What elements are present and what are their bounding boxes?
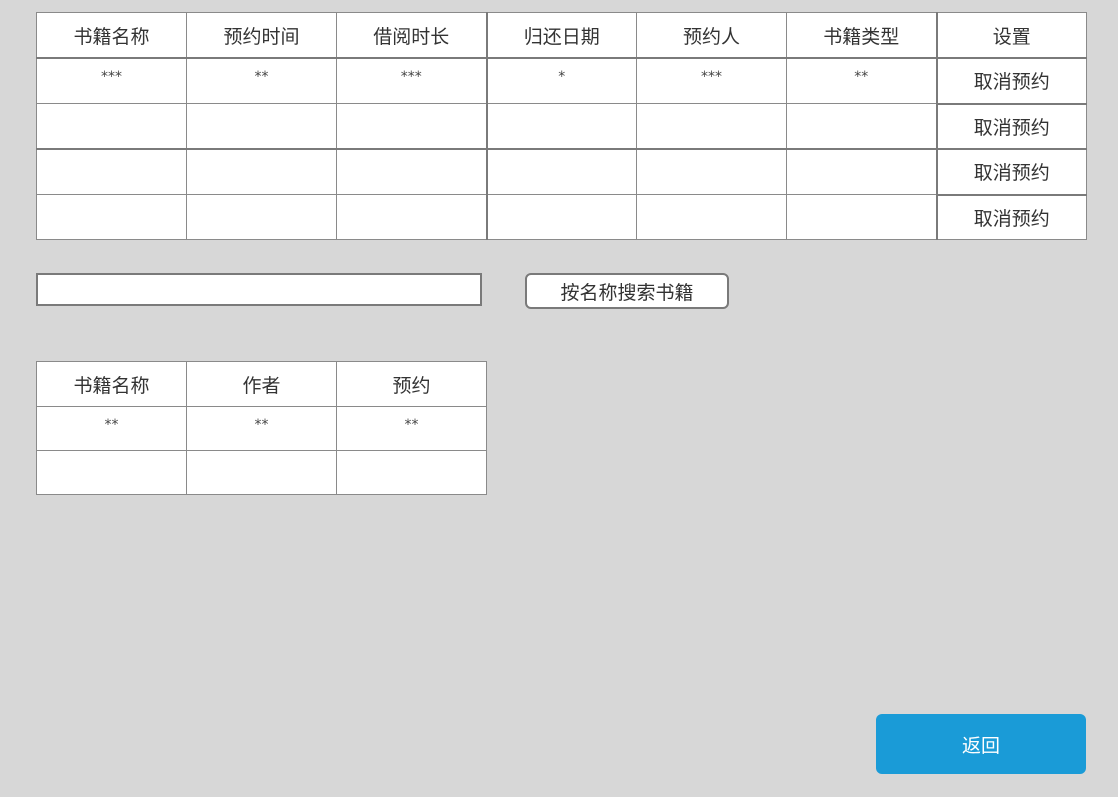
header-book-name: 书籍名称 <box>36 361 187 407</box>
cell-book-type <box>786 194 937 240</box>
cancel-reservation-button[interactable]: 取消预约 <box>935 102 1087 150</box>
table-row: ** ** ** <box>36 406 487 451</box>
cell-book-name <box>36 194 187 240</box>
cell-book-type <box>786 148 937 195</box>
book-search-input[interactable] <box>36 273 482 306</box>
cell-author <box>186 450 337 495</box>
cell-reserve-time <box>186 194 337 240</box>
cell-book-name <box>36 450 187 495</box>
table-row <box>36 450 487 495</box>
cell-book-name <box>36 148 187 195</box>
table-row: *** ** *** * *** ** 取消预约 <box>36 57 1087 104</box>
cell-reserver <box>636 194 787 240</box>
reservation-management-page: 书籍名称 预约时间 借阅时长 归还日期 预约人 书籍类型 设置 *** ** *… <box>0 0 1118 797</box>
cell-book-name: *** <box>36 57 187 104</box>
header-reserve-time: 预约时间 <box>186 12 337 59</box>
cell-book-name <box>36 103 187 150</box>
book-search-results-table: 书籍名称 作者 预约 ** ** ** <box>36 361 487 495</box>
header-settings: 设置 <box>935 12 1087 59</box>
cell-reserver: *** <box>636 57 787 104</box>
cancel-reservation-button[interactable]: 取消预约 <box>935 57 1087 104</box>
cell-reserve-time: ** <box>186 57 337 104</box>
header-return-date: 归还日期 <box>485 12 637 59</box>
cancel-reservation-button[interactable]: 取消预约 <box>935 193 1087 240</box>
search-books-button[interactable]: 按名称搜索书籍 <box>525 273 729 309</box>
header-book-type: 书籍类型 <box>786 12 937 59</box>
cell-borrow-duration <box>336 148 487 195</box>
cell-reserve[interactable] <box>336 450 487 495</box>
cell-borrow-duration <box>336 194 487 240</box>
cell-return-date: * <box>485 57 637 104</box>
cell-reserve-time <box>186 103 337 150</box>
cell-return-date <box>485 148 637 195</box>
header-borrow-duration: 借阅时长 <box>336 12 487 59</box>
cell-return-date <box>485 103 637 150</box>
header-reserve: 预约 <box>336 361 487 407</box>
cancel-reservation-button[interactable]: 取消预约 <box>935 148 1087 195</box>
header-author: 作者 <box>186 361 337 407</box>
header-book-name: 书籍名称 <box>36 12 187 59</box>
cell-author: ** <box>186 406 337 451</box>
cell-reserver <box>636 103 787 150</box>
reservations-header-row: 书籍名称 预约时间 借阅时长 归还日期 预约人 书籍类型 设置 <box>36 12 1087 59</box>
header-reserver: 预约人 <box>636 12 787 59</box>
books-header-row: 书籍名称 作者 预约 <box>36 361 487 407</box>
cell-book-name: ** <box>36 406 187 451</box>
cell-reserve-time <box>186 148 337 195</box>
cell-book-type: ** <box>786 57 937 104</box>
table-row: 取消预约 <box>36 193 1087 240</box>
cell-reserver <box>636 148 787 195</box>
cell-reserve[interactable]: ** <box>336 406 487 451</box>
cell-return-date <box>485 194 637 240</box>
cell-book-type <box>786 103 937 150</box>
reservations-table: 书籍名称 预约时间 借阅时长 归还日期 预约人 书籍类型 设置 *** ** *… <box>36 12 1087 240</box>
cell-borrow-duration: *** <box>336 57 487 104</box>
table-row: 取消预约 <box>36 148 1087 195</box>
back-button[interactable]: 返回 <box>876 714 1086 774</box>
cell-borrow-duration <box>336 103 487 150</box>
table-row: 取消预约 <box>36 102 1087 150</box>
